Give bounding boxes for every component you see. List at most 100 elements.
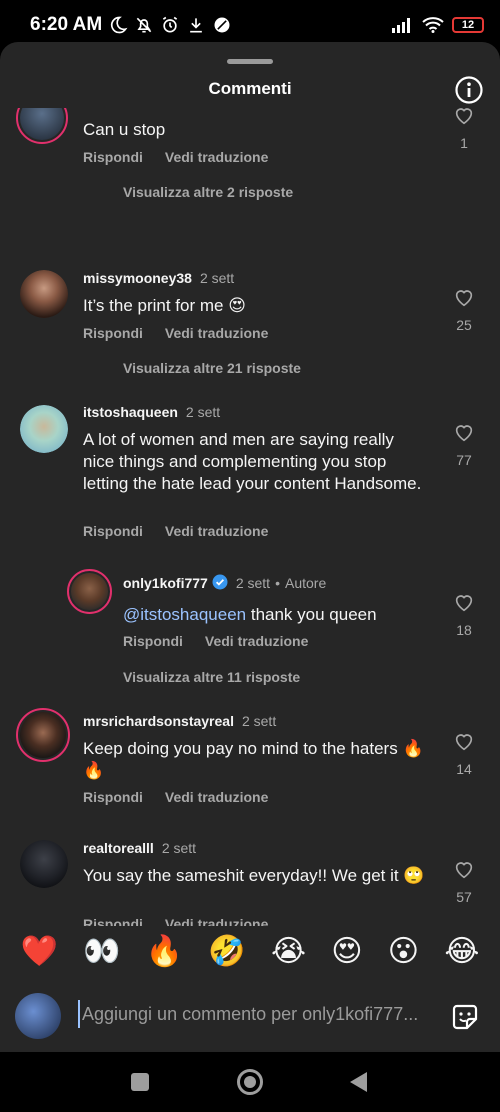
reply-button[interactable]: Rispondi [83,916,143,926]
comment-time: 2 sett [199,270,235,286]
comment-time: 2 sett [161,840,197,856]
comment-time: 2 sett [241,713,277,729]
comment-composer [0,980,500,1052]
reply-text: thank you queen [246,605,377,624]
download-icon [190,18,202,33]
like-count: 77 [456,452,472,468]
signal-icon [392,18,410,33]
home-button[interactable] [237,1069,263,1095]
comment-input[interactable] [78,1000,428,1028]
my-avatar [15,993,61,1039]
comment-username[interactable]: mrsrichardsonstayreal 2 sett [83,713,276,729]
separator-dot: • [275,575,280,591]
like-button[interactable]: 25 [449,286,479,333]
emoji-heart-button[interactable]: ❤️ [21,934,58,969]
mention-link[interactable]: @itstoshaqueen [123,605,246,624]
translate-button[interactable]: Vedi traduzione [165,916,268,926]
view-more-replies[interactable]: Visualizza altre 11 risposte [123,669,300,685]
comments-sheet: Commenti Can u stop Rispondi Vedi traduz… [0,42,500,1052]
like-count: 25 [456,317,472,333]
comment-text: You say the sameshit everyday!! We get i… [83,866,425,885]
comment-actions: Rispondi Vedi traduzione [83,325,268,341]
info-icon[interactable] [454,75,484,105]
avatar[interactable] [16,108,68,144]
reply-button[interactable]: Rispondi [83,523,143,539]
status-time: 6:20 AM [30,14,103,35]
sheet-title: Commenti [208,79,292,98]
comment-time: 2 sett [235,575,271,591]
translate-button[interactable]: Vedi traduzione [165,325,268,341]
emoji-heart-eyes-button[interactable]: 😍 [331,934,362,969]
system-navigation-bar [0,1052,500,1112]
username[interactable]: realtorealll [83,840,154,856]
sticker-icon[interactable] [450,1002,480,1032]
avatar[interactable] [20,405,68,453]
reply-button[interactable]: Rispondi [83,325,143,341]
avatar[interactable] [16,708,70,762]
reply-button[interactable]: Rispondi [123,633,183,649]
emoji-eyes-button[interactable]: 👀 [83,934,120,969]
comment-text: Can u stop [83,120,166,139]
recents-button[interactable] [131,1073,149,1091]
reply-button[interactable]: Rispondi [83,149,143,165]
emoji-rofl-button[interactable]: 🤣 [208,934,245,969]
emoji-joy-button[interactable]: 😂 [444,934,479,969]
username[interactable]: itstoshaqueen [83,404,178,420]
like-count: 57 [456,889,472,905]
app-notification-icon [214,17,230,33]
sheet-drag-handle[interactable] [227,59,273,64]
username[interactable]: only1kofi777 [123,575,208,591]
avatar[interactable] [20,840,68,888]
comment-actions: Rispondi Vedi traduzione [83,523,268,539]
author-tag: Autore [284,575,327,591]
avatar[interactable] [20,270,68,318]
emoji-crying-button[interactable]: 😭 [271,934,306,969]
comment-text: It’s the print for me 😍 [83,296,246,315]
like-button[interactable]: 77 [449,421,479,468]
emoji-quick-bar: ❤️ 👀 🔥 🤣 😭 😍 😮 😂 [0,926,500,976]
like-button[interactable]: 57 [449,858,479,905]
username[interactable]: missymooney38 [83,270,192,286]
translate-button[interactable]: Vedi traduzione [165,789,268,805]
translate-button[interactable]: Vedi traduzione [165,149,268,165]
comment-actions: Rispondi Vedi traduzione [83,916,268,926]
emoji-fire-button[interactable]: 🔥 [146,934,183,969]
username[interactable]: mrsrichardsonstayreal [83,713,234,729]
verified-badge-icon [212,574,228,590]
like-count: 14 [456,761,472,777]
comments-list[interactable]: Can u stop Rispondi Vedi traduzione 1 Vi… [0,108,500,926]
comment-time: 2 sett [185,404,221,420]
emoji-surprised-button[interactable]: 😮 [388,934,419,969]
view-more-replies[interactable]: Visualizza altre 21 risposte [123,360,301,376]
comment-actions: Rispondi Vedi traduzione [123,633,308,649]
battery-icon: 12 [452,17,484,33]
translate-button[interactable]: Vedi traduzione [205,633,308,649]
avatar[interactable] [67,569,112,614]
comment-actions: Rispondi Vedi traduzione [83,789,268,805]
heart-outline-icon [455,595,473,612]
heart-outline-icon [455,108,473,125]
heart-outline-icon [455,862,473,879]
translate-button[interactable]: Vedi traduzione [165,523,268,539]
moon-icon [111,16,128,34]
heart-outline-icon [455,290,473,307]
like-button[interactable]: 18 [449,591,479,638]
comment-text: @itstoshaqueen thank you queen [123,604,433,626]
like-button[interactable]: 1 [449,108,479,151]
view-more-replies[interactable]: Visualizza altre 2 risposte [123,184,293,200]
heart-outline-icon [455,425,473,442]
like-button[interactable]: 14 [449,730,479,777]
bell-off-icon [136,17,152,33]
wifi-icon [422,17,444,33]
comment-username[interactable]: itstoshaqueen 2 sett [83,404,220,420]
reply-button[interactable]: Rispondi [83,789,143,805]
comment-text: Keep doing you pay no mind to the haters… [83,739,424,780]
comment-actions: Rispondi Vedi traduzione [83,149,268,165]
heart-outline-icon [455,734,473,751]
like-count: 18 [456,622,472,638]
comment-username[interactable]: only1kofi777 2 sett • Autore [123,574,326,591]
back-button[interactable] [350,1072,367,1092]
comment-username[interactable]: realtorealll 2 sett [83,840,196,856]
comment-username[interactable]: missymooney38 2 sett [83,270,234,286]
status-system-icons: 12 [392,17,484,33]
